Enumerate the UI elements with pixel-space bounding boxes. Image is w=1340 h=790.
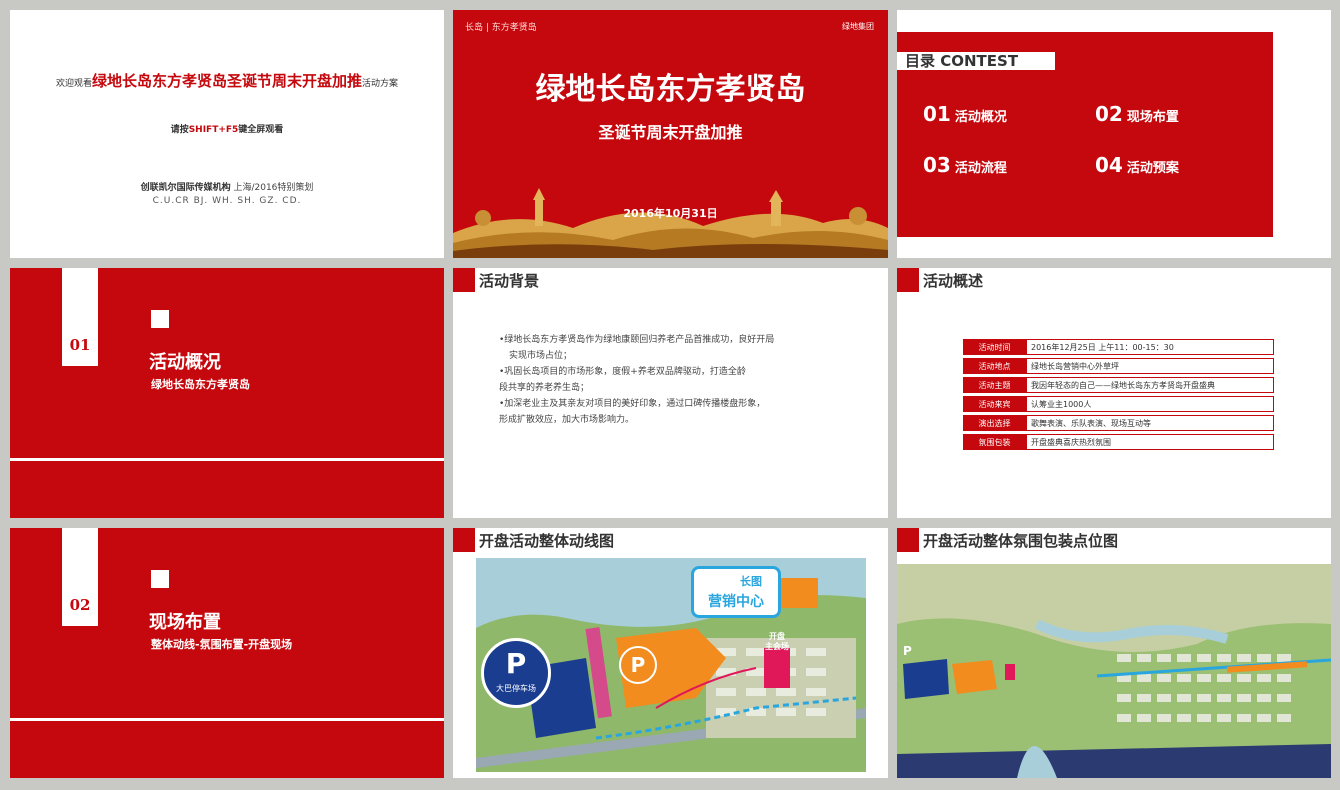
fullscreen-hint: 请按SHIFT+F5键全屏观看 (170, 125, 284, 135)
slide-section-01[interactable]: 01 活动概况 绿地长岛东方孝贤岛 (10, 268, 444, 518)
section-title: 活动概况 (149, 352, 221, 373)
section-subtitle: 整体动线-氛围布置-开盘现场 (151, 638, 293, 651)
table-row: 氛围包装 开盘盛典喜庆热烈氛围 (963, 434, 1274, 450)
table-row: 活动时间 2016年12月25日 上午11：00-15：30 (963, 339, 1274, 355)
section-number-tab: 02 (62, 528, 98, 626)
toc-item-01[interactable]: 01 活动概况 (923, 102, 1007, 126)
sales-center-label: 长图 营销中心 (691, 566, 781, 618)
section-divider (10, 458, 444, 461)
header-marker (897, 268, 919, 292)
opening-venue-label: 开盘 主会场 (765, 632, 789, 651)
project-date: 2016年10月31日 (623, 207, 718, 220)
header-marker (897, 528, 919, 552)
overview-table: 活动时间 2016年12月25日 上午11：00-15：30 活动地点 绿地长岛营销… (963, 336, 1274, 453)
header-marker (453, 268, 475, 292)
project-subtitle: 圣诞节周末开盘加推 (598, 123, 743, 142)
table-row: 活动地点 绿地长岛营销中心外草坪 (963, 358, 1274, 374)
parking-icon: P (619, 646, 657, 684)
section-square-marker (151, 570, 169, 588)
agency-cities: C.U.CR BJ. WH. SH. GZ. CD. (152, 196, 302, 206)
parking-icon: P (903, 644, 912, 658)
project-title: 绿地长岛东方孝贤岛 (535, 72, 806, 107)
toc-item-02[interactable]: 02 现场布置 (1095, 102, 1179, 126)
slide-overview[interactable]: 活动概述 活动时间 2016年12月25日 上午11：00-15：30 活动地点绿… (897, 268, 1331, 518)
section-subtitle: 绿地长岛东方孝贤岛 (151, 378, 250, 391)
golden-landscape-illustration (453, 188, 888, 258)
background-text: •绿地长岛东方孝贤岛作为绿地康颐回归养老产品首推成功，良好开局 实现市场占位； … (499, 335, 775, 425)
cover-title: 欢迎观看绿地长岛东方孝贤岛圣诞节周末开盘加推活动方案 (55, 72, 399, 90)
slide-flow-map[interactable]: 开盘活动整体动线图 P 大巴停车场 P 长图 营销中心 开盘 主会场 (453, 528, 888, 778)
bus-parking-badge: P 大巴停车场 (481, 638, 551, 708)
brand-logo-right: 绿地集团 (842, 22, 874, 31)
slide-title[interactable]: 长岛 | 东方孝贤岛 绿地集团 绿地长岛东方孝贤岛 圣诞节周末开盘加推 2016… (453, 10, 888, 258)
section-title: 现场布置 (149, 612, 221, 633)
slide-cover[interactable]: 欢迎观看绿地长岛东方孝贤岛圣诞节周末开盘加推活动方案 请按SHIFT+F5键全屏… (10, 10, 444, 258)
brand-logo-left: 长岛 | 东方孝贤岛 (465, 23, 537, 33)
section-divider (10, 718, 444, 721)
slide-contents[interactable]: 目录 CONTEST 01 活动概况 02 现场布置 03 活动流程 04 活动预案 (897, 10, 1331, 258)
table-row: 活动主题 我因年轻态的自己——绿地长岛东方孝贤岛开盘盛典 (963, 377, 1274, 393)
agency-line: 创联凯尔国际传媒机构 上海/2016特别策划 (140, 183, 314, 193)
slide-background[interactable]: 活动背景 •绿地长岛东方孝贤岛作为绿地康颐回归养老产品首推成功，良好开局 实现市… (453, 268, 888, 518)
section-square-marker (151, 310, 169, 328)
contents-title: 目录 CONTEST (897, 52, 1055, 70)
slide-heading: 开盘活动整体动线图 (479, 532, 615, 550)
slide-atmosphere-map[interactable]: 开盘活动整体氛围包装点位图 P (897, 528, 1331, 778)
table-row: 演出选择 歌舞表演、乐队表演、现场互动等 (963, 415, 1274, 431)
slide-heading: 开盘活动整体氛围包装点位图 (923, 532, 1119, 550)
slide-heading: 活动概述 (923, 272, 984, 290)
slide-heading: 活动背景 (479, 272, 540, 290)
toc-item-04[interactable]: 04 活动预案 (1095, 153, 1179, 177)
header-marker (453, 528, 475, 552)
table-row: 活动来宾 认筹业主1000人 (963, 396, 1274, 412)
atmosphere-map-image (897, 564, 1331, 778)
section-number-tab: 01 (62, 268, 98, 366)
toc-item-03[interactable]: 03 活动流程 (923, 153, 1007, 177)
slide-section-02[interactable]: 02 现场布置 整体动线-氛围布置-开盘现场 (10, 528, 444, 778)
